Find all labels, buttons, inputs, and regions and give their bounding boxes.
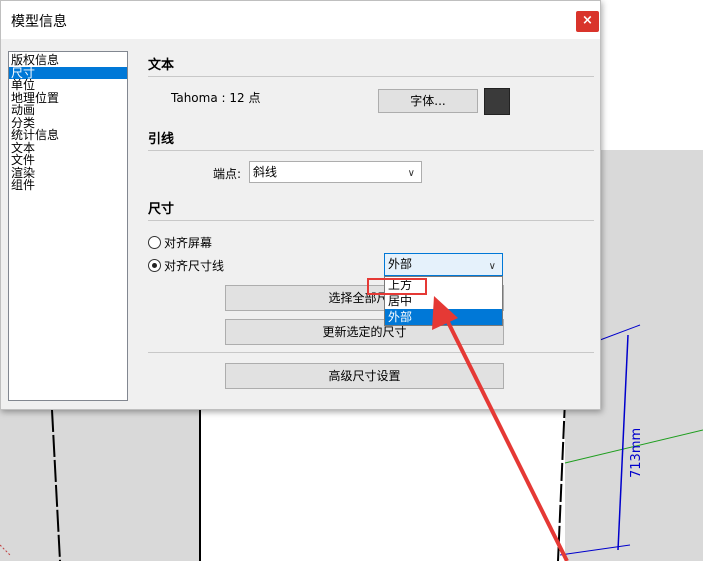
model-info-dialog: 模型信息 × 版权信息 尺寸 单位 地理位置 动画 分类 统计信息 文本 文件 … bbox=[0, 0, 601, 410]
close-button[interactable]: × bbox=[576, 11, 599, 32]
category-list[interactable]: 版权信息 尺寸 单位 地理位置 动画 分类 统计信息 文本 文件 渲染 组件 bbox=[8, 51, 128, 401]
category-item-animation[interactable]: 动画 bbox=[9, 104, 127, 117]
dialog-title: 模型信息 bbox=[11, 14, 67, 30]
category-item-statistics[interactable]: 统计信息 bbox=[9, 129, 127, 142]
text-color-swatch[interactable] bbox=[484, 88, 510, 115]
align-dimension-line-label: 对齐尺寸线 bbox=[164, 259, 225, 273]
section-divider bbox=[148, 352, 594, 353]
dropdown-option-center[interactable]: 居中 bbox=[385, 293, 502, 309]
category-item-copyright[interactable]: 版权信息 bbox=[9, 54, 127, 67]
align-position-select[interactable]: 外部 ∨ bbox=[384, 253, 503, 276]
section-title-text: 文本 bbox=[148, 58, 175, 73]
align-screen-label: 对齐屏幕 bbox=[164, 236, 213, 250]
endpoint-label: 端点: bbox=[213, 167, 242, 181]
section-divider bbox=[148, 220, 594, 221]
radio-checked-icon[interactable] bbox=[148, 259, 161, 272]
endpoint-select[interactable]: 斜线 ∨ bbox=[249, 161, 422, 183]
dimension-label: 713mm bbox=[629, 428, 644, 478]
section-divider bbox=[148, 76, 594, 77]
wall-left-face bbox=[0, 410, 200, 561]
endpoint-select-value: 斜线 bbox=[253, 165, 278, 179]
category-item-file[interactable]: 文件 bbox=[9, 154, 127, 167]
align-position-value: 外部 bbox=[388, 257, 413, 271]
radio-icon[interactable] bbox=[148, 236, 161, 249]
font-info-label: Tahoma : 12 点 bbox=[171, 91, 261, 105]
font-button[interactable]: 字体... bbox=[378, 89, 478, 113]
wall-front-face bbox=[200, 410, 565, 561]
align-screen-option[interactable]: 对齐屏幕 bbox=[148, 234, 212, 251]
section-title-leader: 引线 bbox=[148, 132, 175, 147]
chevron-down-icon: ∨ bbox=[407, 168, 415, 179]
category-item-components[interactable]: 组件 bbox=[9, 179, 127, 192]
align-dimension-line-option[interactable]: 对齐尺寸线 bbox=[148, 257, 224, 274]
chevron-down-icon: ∨ bbox=[488, 261, 496, 272]
section-title-dimensions: 尺寸 bbox=[148, 202, 175, 217]
advanced-dimension-settings-button[interactable]: 高级尺寸设置 bbox=[225, 363, 504, 389]
section-divider bbox=[148, 150, 594, 151]
dropdown-option-outside[interactable]: 外部 bbox=[385, 309, 502, 325]
annotation-highlight-box bbox=[367, 278, 427, 295]
title-bar[interactable]: 模型信息 × bbox=[1, 1, 600, 39]
category-item-units[interactable]: 单位 bbox=[9, 79, 127, 92]
